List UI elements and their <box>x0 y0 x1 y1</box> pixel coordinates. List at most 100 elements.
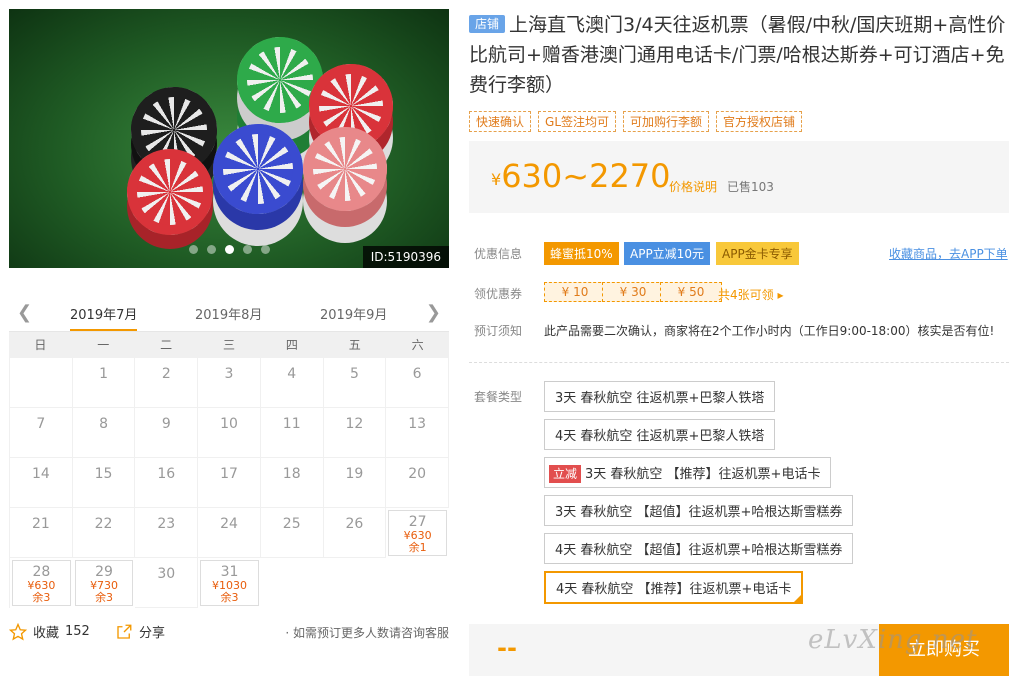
chip-stack-blue <box>213 124 303 214</box>
package-text: 4天 春秋航空 【超值】往返机票+哈根达斯雪糕券 <box>555 543 843 558</box>
calendar-day: 5 <box>323 358 387 408</box>
price-explain-link[interactable]: 价格说明 <box>669 178 717 195</box>
package-text: 3天 春秋航空 【超值】往返机票+哈根达斯雪糕券 <box>555 505 843 520</box>
calendar-day[interactable]: 29 ¥730 余3 <box>74 560 134 606</box>
chevron-left-icon[interactable]: ❮ <box>17 302 32 323</box>
day-number: 26 <box>345 516 364 532</box>
feature-tags: 快速确认 GL签注均可 可加购行李额 官方授权店铺 <box>469 111 803 132</box>
day-remaining: 余3 <box>220 591 239 604</box>
calendar-empty-cell <box>10 358 73 408</box>
app-order-link[interactable]: 收藏商品，去APP下单 <box>889 245 1008 262</box>
coupon-30[interactable]: ¥ 30 <box>602 282 664 302</box>
day-number: 15 <box>94 466 113 482</box>
chevron-right-icon[interactable]: ❯ <box>426 302 441 323</box>
carousel-dot[interactable] <box>207 245 216 254</box>
package-option[interactable]: 3天 春秋航空 【超值】往返机票+哈根达斯雪糕券 <box>544 495 854 526</box>
discount-badge: 立减 <box>549 465 582 483</box>
order-note-label: 预订须知 <box>474 324 523 338</box>
calendar-day: 26 <box>323 508 387 558</box>
carousel-dot[interactable] <box>189 245 198 254</box>
day-remaining: 余3 <box>32 591 51 604</box>
weekday-row: 日 一 二 三 四 五 六 <box>9 332 449 358</box>
day-number: 12 <box>345 416 364 432</box>
favorite-button[interactable]: 收藏 152 <box>9 622 90 641</box>
calendar-day: 20 <box>386 458 449 508</box>
package-text: 3天 春秋航空 往返机票+巴黎人铁塔 <box>555 391 765 406</box>
package-option-selected[interactable]: 4天 春秋航空 【推荐】往返机票+电话卡 <box>544 571 804 604</box>
day-number: 24 <box>220 516 238 532</box>
calendar-day[interactable]: 28 ¥630 余3 <box>12 560 71 606</box>
coupon-10[interactable]: ¥ 10 <box>544 282 606 302</box>
day-number: 11 <box>282 416 301 432</box>
chip-stack-red <box>127 149 213 235</box>
calendar-day: 8 <box>72 408 136 458</box>
product-title: 上海直飞澳门3/4天往返机票（暑假/中秋/国庆班期+高性价比航司+赠香港澳门通用… <box>469 14 1006 96</box>
share-label: 分享 <box>139 626 166 641</box>
calendar-day[interactable]: 27 ¥630 余1 <box>388 510 447 556</box>
calendar-day: 16 <box>135 458 199 508</box>
day-number: 28 <box>32 564 51 580</box>
favorite-count: 152 <box>65 624 90 639</box>
day-number: 8 <box>99 416 109 432</box>
weekday-label: 四 <box>285 338 298 352</box>
product-title-block: 店铺 上海直飞澳门3/4天往返机票（暑假/中秋/国庆班期+高性价比航司+赠香港澳门… <box>469 10 1009 100</box>
package-label: 套餐类型 <box>474 390 523 404</box>
day-number: 31 <box>220 564 239 580</box>
total-price: -- <box>497 634 517 662</box>
day-number: 2 <box>161 366 171 382</box>
watermark: eLvXing.net <box>808 625 978 655</box>
package-option[interactable]: 3天 春秋航空 往返机票+巴黎人铁塔 <box>544 381 776 412</box>
day-number: 1 <box>99 366 109 382</box>
weekday-label: 三 <box>223 338 236 352</box>
calendar-day: 14 <box>10 458 73 508</box>
promo-badge: APP金卡专享 <box>716 242 799 265</box>
day-number: 30 <box>157 566 176 582</box>
day-number: 17 <box>220 466 238 482</box>
calendar-day: 21 <box>10 508 73 558</box>
date-calendar: ❮ 2019年7月 2019年8月 2019年9月 ❯ 日 一 二 三 四 五 … <box>9 292 449 608</box>
price-range: ¥630~2270 <box>491 157 671 195</box>
calendar-day: 30 <box>135 558 199 608</box>
day-remaining: 余1 <box>408 541 427 554</box>
day-number: 3 <box>224 366 234 382</box>
tab-month-july[interactable]: 2019年7月 <box>70 304 138 331</box>
calendar-day: 10 <box>198 408 261 458</box>
calendar-day: 15 <box>72 458 136 508</box>
calendar-day: 9 <box>135 408 199 458</box>
day-number: 22 <box>94 516 113 532</box>
day-number: 5 <box>349 366 359 382</box>
product-image[interactable]: ID:5190396 <box>9 9 449 268</box>
carousel-dot[interactable] <box>243 245 252 254</box>
calendar-day: 18 <box>260 458 324 508</box>
calendar-day: 11 <box>260 408 324 458</box>
day-number: 21 <box>31 516 50 532</box>
calendar-day: 13 <box>386 408 449 458</box>
share-button[interactable]: 分享 <box>115 622 165 641</box>
day-number: 19 <box>345 466 364 482</box>
carousel-dots <box>189 245 270 254</box>
day-number: 25 <box>282 516 301 532</box>
day-number: 9 <box>161 416 171 432</box>
weekday-label: 六 <box>411 338 424 352</box>
share-icon <box>117 624 132 639</box>
carousel-dot[interactable] <box>261 245 270 254</box>
package-option[interactable]: 4天 春秋航空 往返机票+巴黎人铁塔 <box>544 419 776 450</box>
calendar-day[interactable]: 31 ¥1030 余3 <box>200 560 259 606</box>
coupon-50[interactable]: ¥ 50 <box>660 282 722 302</box>
tab-month-august[interactable]: 2019年8月 <box>195 304 262 323</box>
calendar-day: 12 <box>323 408 387 458</box>
chip-stack-pink <box>303 127 387 211</box>
day-number: 13 <box>408 416 427 432</box>
calendar-day: 17 <box>198 458 261 508</box>
calendar-day: 4 <box>260 358 324 408</box>
tab-month-september[interactable]: 2019年9月 <box>320 304 387 323</box>
package-option[interactable]: 4天 春秋航空 【超值】往返机票+哈根达斯雪糕券 <box>544 533 854 564</box>
promo-badge: APP立减10元 <box>624 242 710 265</box>
feature-tag: GL签注均可 <box>538 111 617 132</box>
carousel-dot-active[interactable] <box>225 245 234 254</box>
calendar-day: 2 <box>135 358 199 408</box>
package-option[interactable]: 立减 3天 春秋航空 【推荐】往返机票+电话卡 <box>544 457 832 488</box>
coupon-all-link[interactable]: 共4张可领 ▸ <box>718 286 783 303</box>
day-number: 10 <box>220 416 238 432</box>
day-number: 16 <box>157 466 176 482</box>
